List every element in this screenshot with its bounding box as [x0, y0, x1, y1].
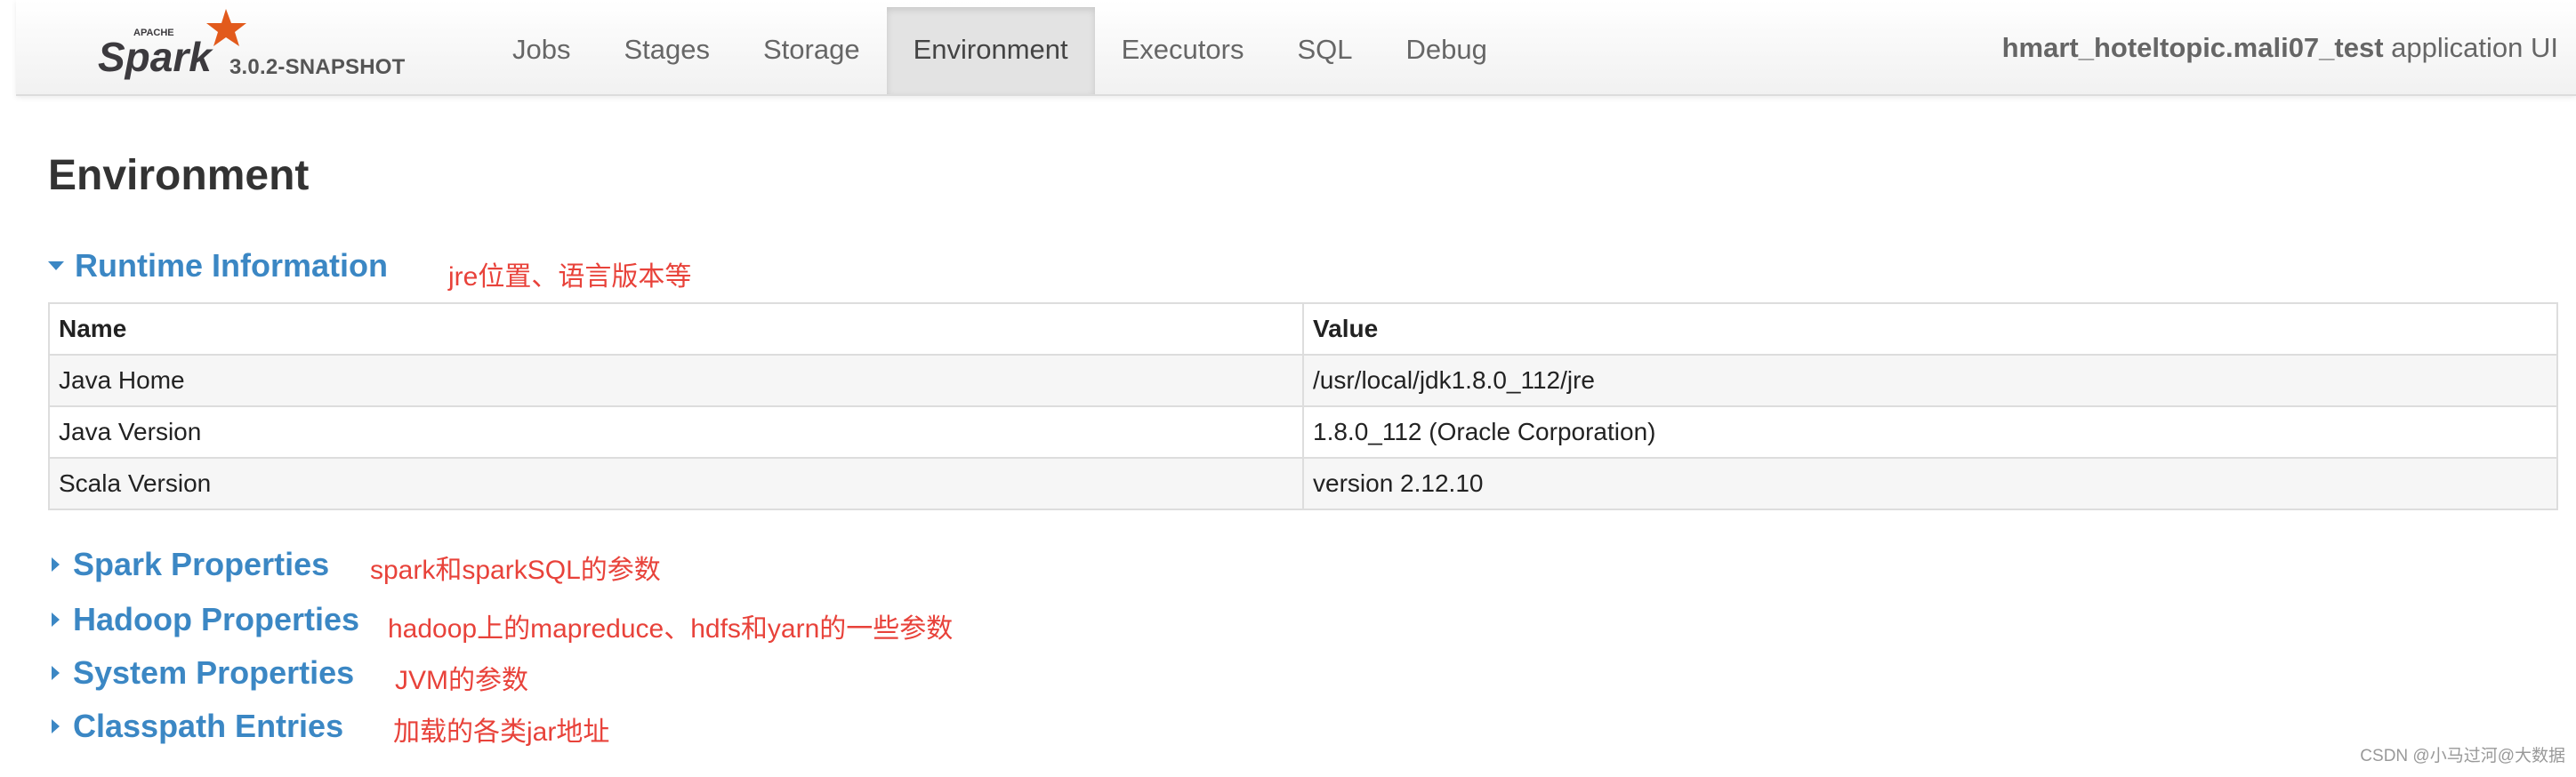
- app-title-suffix: application UI: [2383, 32, 2558, 63]
- caret-right-icon: [52, 666, 60, 680]
- top-navbar: APACHE Spark 3.0.2-SNAPSHOT Jobs Stages …: [16, 0, 2576, 96]
- tab-environment[interactable]: Environment: [886, 7, 1095, 94]
- page-title: Environment: [48, 152, 310, 199]
- table-cell-name: Scala Version: [48, 457, 1304, 510]
- annotation-classpath: 加载的各类jar地址: [393, 717, 610, 747]
- tab-stages[interactable]: Stages: [597, 7, 737, 94]
- caret-right-icon: [52, 557, 60, 572]
- table-cell-value: 1.8.0_112 (Oracle Corporation): [1302, 405, 2558, 459]
- tab-storage[interactable]: Storage: [737, 7, 887, 94]
- svg-text:Spark: Spark: [98, 34, 213, 80]
- tab-debug[interactable]: Debug: [1379, 7, 1513, 94]
- table-cell-name: Java Home: [48, 354, 1304, 407]
- section-spark-link[interactable]: Spark Properties: [73, 546, 329, 583]
- table-cell-name: Java Version: [48, 405, 1304, 459]
- annotation-spark: spark和sparkSQL的参数: [370, 556, 661, 585]
- section-classpath-header[interactable]: Classpath Entries: [48, 708, 343, 745]
- annotation-system: JVM的参数: [395, 666, 528, 695]
- column-header-name[interactable]: Name: [48, 302, 1304, 356]
- table-row: Scala Version version 2.12.10: [48, 457, 2558, 510]
- spark-version: 3.0.2-SNAPSHOT: [229, 55, 406, 79]
- caret-down-icon: [48, 261, 64, 270]
- section-runtime-header[interactable]: Runtime Information: [48, 247, 388, 284]
- section-hadoop-link[interactable]: Hadoop Properties: [73, 601, 359, 638]
- section-hadoop-header[interactable]: Hadoop Properties: [48, 601, 359, 638]
- nav-tabs: Jobs Stages Storage Environment Executor…: [486, 7, 1514, 94]
- tab-jobs[interactable]: Jobs: [486, 7, 597, 94]
- tab-executors[interactable]: Executors: [1095, 7, 1271, 94]
- table-row: Java Home /usr/local/jdk1.8.0_112/jre: [48, 354, 2558, 407]
- watermark-credit: CSDN @小马过河@大数据: [2360, 747, 2565, 765]
- caret-right-icon: [52, 613, 60, 627]
- table-cell-value: /usr/local/jdk1.8.0_112/jre: [1302, 354, 2558, 407]
- section-system-header[interactable]: System Properties: [48, 654, 354, 692]
- section-spark-header[interactable]: Spark Properties: [48, 546, 329, 583]
- runtime-info-table: Name Value Java Home /usr/local/jdk1.8.0…: [48, 302, 2558, 510]
- table-header-row: Name Value: [48, 302, 2558, 356]
- app-name: hmart_hoteltopic.mali07_test: [2001, 32, 2384, 63]
- table-cell-value: version 2.12.10: [1302, 457, 2558, 510]
- tab-sql[interactable]: SQL: [1270, 7, 1379, 94]
- section-classpath-link[interactable]: Classpath Entries: [73, 708, 343, 745]
- app-title: hmart_hoteltopic.mali07_test application…: [2002, 32, 2558, 64]
- column-header-value[interactable]: Value: [1302, 302, 2558, 356]
- section-runtime-link[interactable]: Runtime Information: [75, 247, 388, 284]
- section-system-link[interactable]: System Properties: [73, 654, 354, 692]
- spark-logo[interactable]: APACHE Spark 3.0.2-SNAPSHOT: [84, 5, 439, 87]
- caret-right-icon: [52, 719, 60, 733]
- annotation-hadoop: hadoop上的mapreduce、hdfs和yarn的一些参数: [388, 614, 954, 644]
- table-row: Java Version 1.8.0_112 (Oracle Corporati…: [48, 405, 2558, 459]
- annotation-runtime: jre位置、语言版本等: [448, 262, 692, 292]
